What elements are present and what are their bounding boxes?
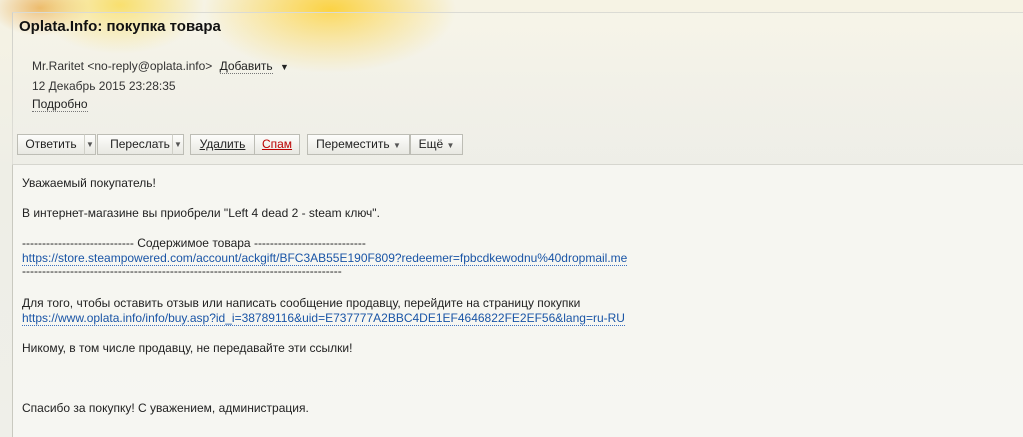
contents-header: ---------------------------- Содержимое … bbox=[22, 236, 366, 250]
message-date: 12 Декабрь 2015 23:28:35 bbox=[32, 79, 176, 93]
more-label: Ещё bbox=[418, 137, 444, 151]
sender-address: Mr.Raritet <no-reply@oplata.info> bbox=[32, 59, 213, 73]
details-link[interactable]: Подробно bbox=[32, 97, 88, 112]
reply-dropdown-icon[interactable]: ▼ bbox=[84, 134, 96, 155]
buy-link-line: https://www.oplata.info/info/buy.asp?id_… bbox=[22, 311, 625, 326]
message-subject: Oplata.Info: покупка товара bbox=[19, 18, 221, 35]
sender-line: Mr.Raritet <no-reply@oplata.info> Добави… bbox=[32, 59, 289, 74]
add-contact-link[interactable]: Добавить bbox=[219, 59, 273, 74]
reply-button[interactable]: Ответить bbox=[17, 134, 85, 155]
move-label: Переместить bbox=[316, 137, 390, 151]
warning-text: Никому, в том числе продавцу, не передав… bbox=[22, 341, 353, 355]
contents-footer: ----------------------------------------… bbox=[22, 264, 342, 278]
more-dropdown-icon: ▼ bbox=[446, 141, 455, 150]
feedback-text: Для того, чтобы оставить отзыв или напис… bbox=[22, 296, 581, 310]
purchase-text: В интернет-магазине вы приобрели "Left 4… bbox=[22, 206, 380, 220]
spam-button[interactable]: Спам bbox=[254, 134, 300, 155]
more-button[interactable]: Ещё ▼ bbox=[410, 134, 463, 155]
delete-label: Удалить bbox=[199, 137, 246, 151]
forward-button[interactable]: Переслать bbox=[97, 134, 183, 155]
purchase-page-link[interactable]: https://www.oplata.info/info/buy.asp?id_… bbox=[22, 311, 625, 326]
greeting-text: Уважаемый покупатель! bbox=[22, 176, 156, 190]
add-dropdown-icon[interactable]: ▼ bbox=[280, 62, 289, 72]
forward-dropdown-icon[interactable]: ▼ bbox=[172, 134, 184, 155]
thanks-text: Спасибо за покупку! С уважением, админис… bbox=[22, 401, 309, 415]
reply-label: Ответить bbox=[25, 137, 77, 151]
move-dropdown-icon: ▼ bbox=[392, 141, 401, 150]
delete-button[interactable]: Удалить bbox=[190, 134, 255, 155]
steam-link-line: https://store.steampowered.com/account/a… bbox=[22, 251, 628, 266]
forward-label: Переслать bbox=[110, 137, 170, 151]
move-button[interactable]: Переместить ▼ bbox=[307, 134, 410, 155]
spam-label: Спам bbox=[261, 137, 293, 151]
